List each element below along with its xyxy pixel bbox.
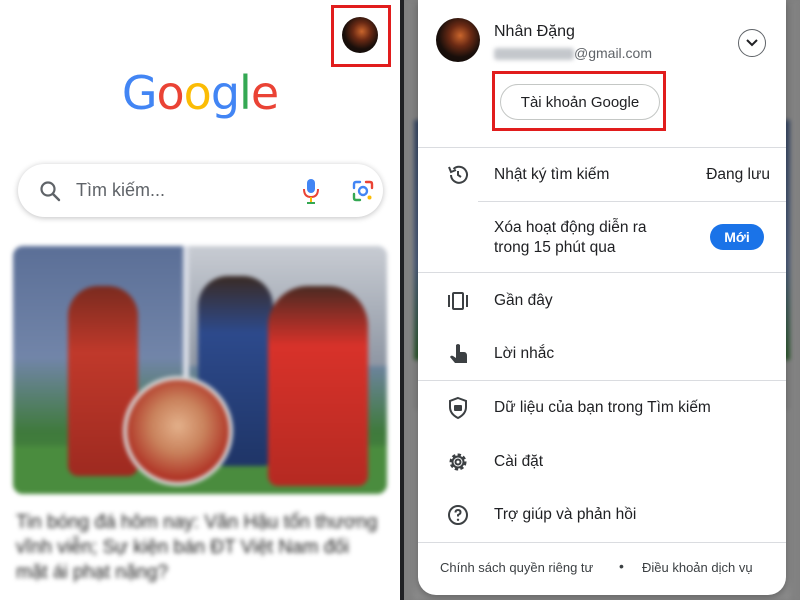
reminder-hand-icon	[450, 344, 467, 363]
search-input[interactable]: Tìm kiếm...	[76, 180, 165, 201]
microphone-icon[interactable]	[300, 177, 322, 205]
chevron-down-icon	[746, 39, 758, 47]
shield-data-icon	[449, 396, 467, 420]
news-article-image[interactable]	[13, 246, 387, 494]
footer-separator: •	[619, 558, 624, 574]
account-name: Nhân Đặng	[494, 23, 575, 40]
switch-account-button[interactable]	[738, 29, 766, 57]
divider	[418, 542, 786, 543]
gear-icon	[449, 453, 467, 471]
email-redacted	[494, 48, 574, 61]
google-lens-icon[interactable]	[351, 179, 375, 203]
recent-cards-icon	[448, 292, 468, 310]
new-badge: Mới	[710, 224, 764, 250]
terms-of-service-link[interactable]: Điều khoản dịch vụ	[642, 560, 753, 575]
profile-avatar-button[interactable]	[342, 17, 378, 53]
left-panel-google-home: Google Tìm kiếm... Tin bóng đá hôm nay: …	[0, 0, 400, 600]
account-avatar	[436, 18, 480, 62]
news-article-title[interactable]: Tin bóng đá hôm nay: Văn Hậu tổn thương …	[16, 510, 386, 585]
manage-google-account-button[interactable]: Tài khoản Google	[500, 84, 660, 120]
divider	[418, 147, 786, 148]
right-panel-account-menu: Nhân Đặng @gmail.com Tài khoản Google Nh…	[404, 0, 800, 600]
privacy-policy-link[interactable]: Chính sách quyền riêng tư	[440, 560, 593, 575]
divider	[478, 201, 786, 202]
history-status: Đang lưu	[706, 166, 770, 183]
account-email: @gmail.com	[494, 45, 652, 61]
search-bar[interactable]: Tìm kiếm...	[18, 164, 383, 217]
search-icon	[40, 181, 61, 202]
divider	[418, 380, 786, 381]
account-menu-card: Nhân Đặng @gmail.com Tài khoản Google Nh…	[418, 0, 786, 595]
help-icon	[448, 505, 468, 525]
history-icon	[448, 165, 468, 184]
divider	[418, 272, 786, 273]
google-logo: Google	[121, 66, 279, 120]
